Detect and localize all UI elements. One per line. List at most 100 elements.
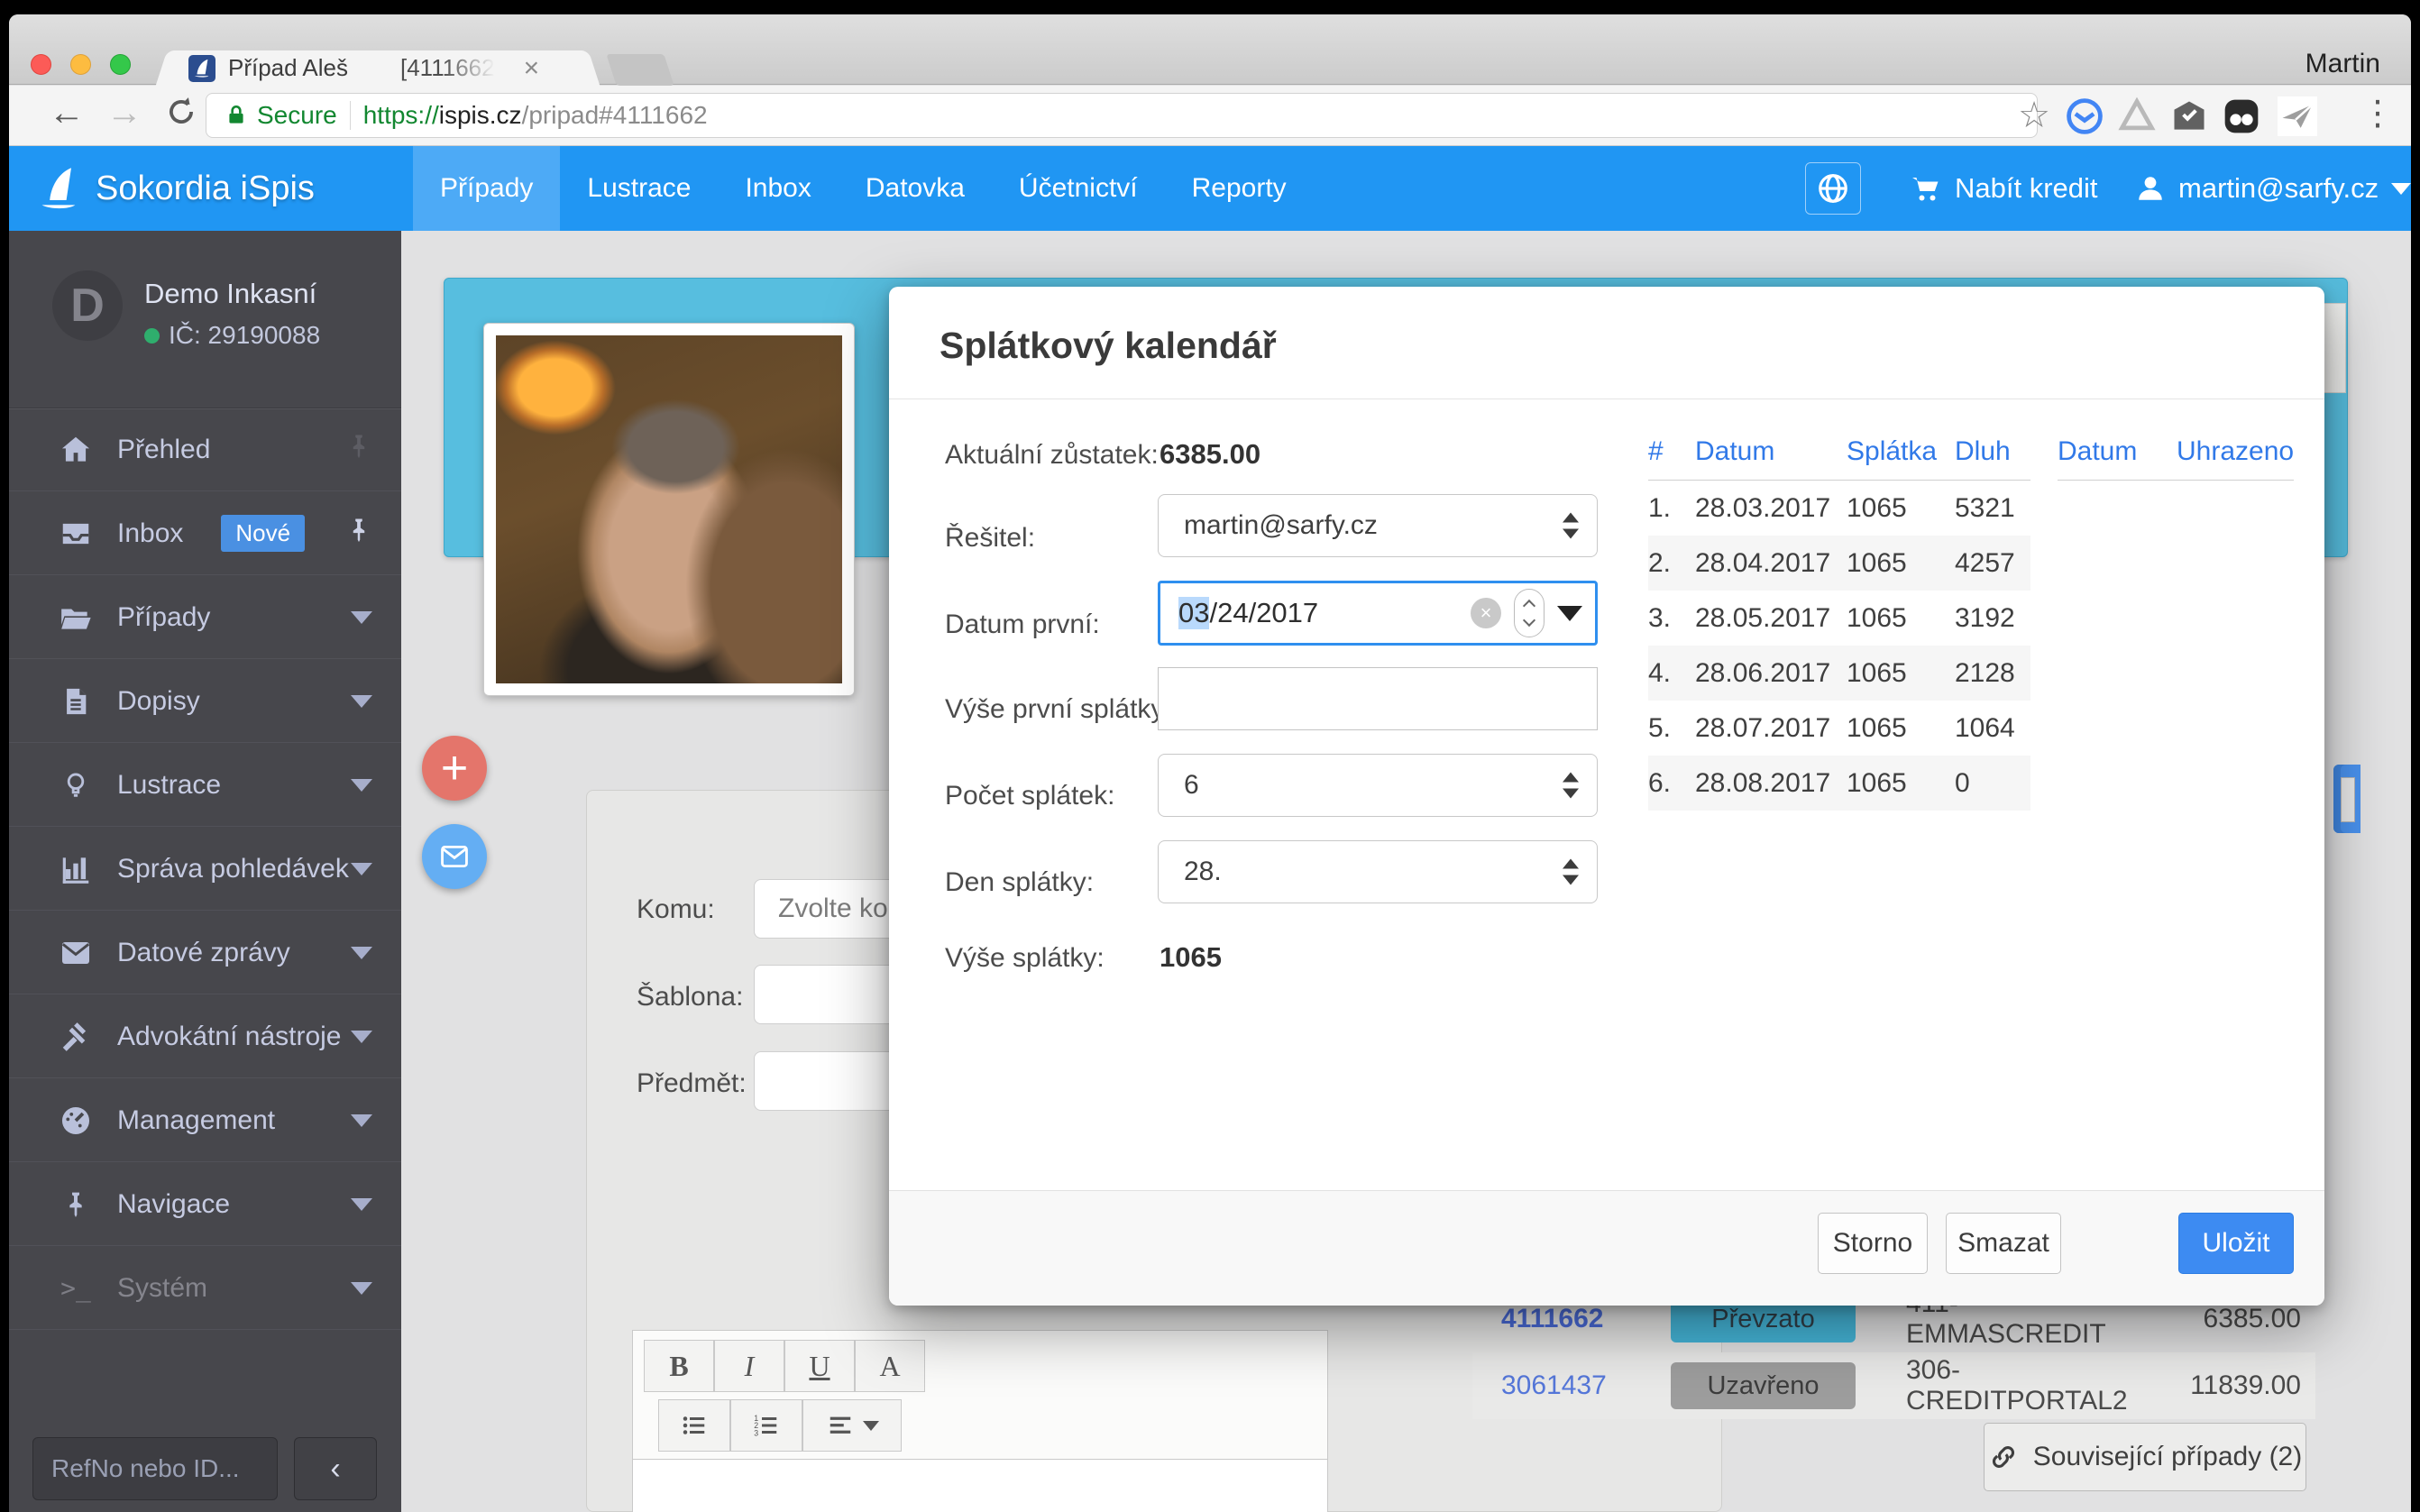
gavel-icon bbox=[56, 1020, 96, 1054]
minimize-window-button[interactable] bbox=[70, 54, 91, 75]
nav-item-datovka[interactable]: Datovka bbox=[839, 146, 992, 231]
first-amount-label: Výše první splátky: bbox=[945, 694, 1172, 725]
app-nav-items: Případy Lustrace Inbox Datovka Účetnictv… bbox=[413, 146, 1314, 231]
close-window-button[interactable] bbox=[31, 54, 51, 75]
solver-label: Řešitel: bbox=[945, 523, 1035, 554]
sidebar-item-advokatni-nastroje[interactable]: Advokátní nástroje bbox=[9, 995, 401, 1078]
reload-icon[interactable] bbox=[164, 95, 198, 138]
date-stepper[interactable] bbox=[1514, 589, 1545, 637]
first-amount-input[interactable] bbox=[1158, 667, 1598, 730]
send-message-button[interactable] bbox=[422, 824, 487, 889]
debtor-photo-image bbox=[496, 335, 842, 683]
folder-open-icon bbox=[56, 600, 96, 635]
sidebar-item-prehled[interactable]: Přehled bbox=[9, 408, 401, 491]
url-text[interactable]: https://ispis.cz/pripad#4111662 bbox=[363, 101, 708, 130]
sidebar-collapse-button[interactable]: ‹ bbox=[294, 1437, 377, 1500]
case-link[interactable]: 3061437 bbox=[1472, 1370, 1671, 1401]
titlebar: Případ Aleš [4111662 × Martin bbox=[9, 14, 2411, 85]
credit-button[interactable]: Nabít kredit bbox=[1910, 146, 2098, 231]
pin-icon[interactable] bbox=[345, 433, 372, 467]
envelope-icon bbox=[56, 937, 96, 969]
sidebar-item-lustrace[interactable]: Lustrace bbox=[9, 744, 401, 827]
schedule-row: 4.28.06.201710652128 bbox=[1648, 646, 2030, 701]
browser-menu-icon[interactable]: ⋮ bbox=[2360, 93, 2395, 133]
nav-item-lustrace[interactable]: Lustrace bbox=[560, 146, 718, 231]
browser-tab[interactable]: Případ Aleš [4111662 × bbox=[174, 50, 582, 86]
debtor-photo[interactable] bbox=[483, 323, 855, 696]
extension-pocket-icon[interactable] bbox=[2222, 96, 2261, 136]
chevron-down-icon bbox=[351, 1198, 372, 1211]
pin-icon[interactable] bbox=[345, 517, 372, 551]
add-button[interactable]: + bbox=[422, 736, 487, 801]
balance-value: 6385.00 bbox=[1160, 438, 1260, 471]
related-cases-button[interactable]: Související případy (2) bbox=[1984, 1423, 2306, 1491]
schedule-row: 5.28.07.201710651064 bbox=[1648, 701, 2030, 756]
chevron-down-icon bbox=[351, 695, 372, 708]
zoom-window-button[interactable] bbox=[110, 54, 131, 75]
solver-select[interactable]: martin@sarfy.cz bbox=[1158, 494, 1598, 557]
nav-item-inbox[interactable]: Inbox bbox=[718, 146, 838, 231]
bookmark-star-icon[interactable]: ☆ bbox=[2018, 95, 2050, 136]
sidebar-profile[interactable]: D Demo Inkasní IČ: 29190088 bbox=[9, 231, 401, 408]
inbox-icon bbox=[56, 517, 96, 551]
italic-button[interactable]: I bbox=[714, 1340, 784, 1392]
align-button[interactable] bbox=[802, 1399, 902, 1452]
svg-text:3: 3 bbox=[754, 1428, 758, 1437]
app-brand[interactable]: Sokordia iSpis bbox=[36, 146, 315, 231]
ispis-favicon-icon bbox=[188, 55, 215, 82]
delete-button[interactable]: Smazat bbox=[1946, 1213, 2061, 1274]
modal-title: Splátkový kalendář bbox=[940, 325, 1277, 367]
sidebar-item-pripady[interactable]: Případy bbox=[9, 576, 401, 659]
case-link[interactable]: 4111662 bbox=[1472, 1304, 1671, 1334]
nav-item-ucetnictvi[interactable]: Účetnictví bbox=[992, 146, 1165, 231]
search-input[interactable] bbox=[32, 1437, 278, 1500]
compose-subject-label: Předmět: bbox=[637, 1068, 747, 1099]
sidebar-item-dopisy[interactable]: Dopisy bbox=[9, 660, 401, 743]
schedule-row: 6.28.08.201710650 bbox=[1648, 756, 2030, 811]
compose-to-label: Komu: bbox=[637, 894, 715, 925]
globe-icon bbox=[1816, 171, 1850, 206]
date-dropdown-icon[interactable] bbox=[1557, 606, 1582, 621]
forward-icon[interactable]: → bbox=[106, 93, 142, 133]
browser-profile-name[interactable]: Martin bbox=[2305, 49, 2380, 79]
terminal-icon: >_ bbox=[56, 1273, 96, 1303]
compose-template-label: Šablona: bbox=[637, 982, 743, 1013]
first-date-input[interactable]: 03/24/2017 × bbox=[1158, 581, 1598, 646]
sidebar-item-system[interactable]: >_ Systém bbox=[9, 1247, 401, 1330]
case-row[interactable]: 3061437 Uzavřeno 306-CREDITPORTAL2 11839… bbox=[1472, 1352, 2315, 1419]
back-icon[interactable]: ← bbox=[49, 93, 85, 133]
sidebar-item-management[interactable]: Management bbox=[9, 1079, 401, 1162]
editor-body[interactable] bbox=[633, 1459, 1327, 1512]
sidebar-item-sprava-pohledavek[interactable]: Správa pohledávek bbox=[9, 828, 401, 911]
extension-paper-plane-icon[interactable] bbox=[2278, 96, 2317, 136]
sidebar-item-navigace[interactable]: Navigace bbox=[9, 1163, 401, 1246]
save-button[interactable]: Uložit bbox=[2178, 1213, 2294, 1274]
sidebar-item-datove-zpravy[interactable]: Datové zprávy bbox=[9, 912, 401, 994]
numbered-list-button[interactable]: 123 bbox=[730, 1399, 802, 1452]
bullet-list-button[interactable] bbox=[658, 1399, 730, 1452]
lock-icon[interactable]: Secure bbox=[225, 101, 337, 130]
sidebar-item-inbox[interactable]: Inbox Nové bbox=[9, 492, 401, 575]
nav-item-reporty[interactable]: Reporty bbox=[1165, 146, 1314, 231]
count-select[interactable]: 6 bbox=[1158, 754, 1598, 817]
underline-button[interactable]: U bbox=[784, 1340, 855, 1392]
extension-inbox-icon[interactable] bbox=[2169, 96, 2209, 136]
extension-drive-icon[interactable] bbox=[2117, 96, 2157, 136]
address-bar[interactable]: Secure https://ispis.cz/pripad#4111662 bbox=[206, 93, 2038, 138]
font-color-button[interactable]: A bbox=[855, 1340, 925, 1392]
chevron-down-icon bbox=[351, 1031, 372, 1043]
language-globe-button[interactable] bbox=[1805, 162, 1861, 215]
bold-button[interactable]: B bbox=[644, 1340, 714, 1392]
account-menu[interactable]: martin@sarfy.cz bbox=[2135, 146, 2411, 231]
day-select[interactable]: 28. bbox=[1158, 840, 1598, 903]
cancel-button[interactable]: Storno bbox=[1818, 1213, 1928, 1274]
gauge-icon bbox=[56, 1104, 96, 1138]
nav-item-pripady[interactable]: Případy bbox=[413, 146, 560, 231]
hidden-action-button-fragment bbox=[2333, 765, 2360, 833]
payments-table: DatumUhrazeno bbox=[2058, 436, 2294, 481]
tab-close-icon[interactable]: × bbox=[524, 53, 540, 84]
clear-date-icon[interactable]: × bbox=[1471, 598, 1501, 628]
new-tab-button[interactable] bbox=[606, 54, 674, 86]
rich-text-editor[interactable]: B I U A 123 bbox=[632, 1330, 1328, 1512]
extension-blue-icon[interactable] bbox=[2065, 96, 2104, 136]
